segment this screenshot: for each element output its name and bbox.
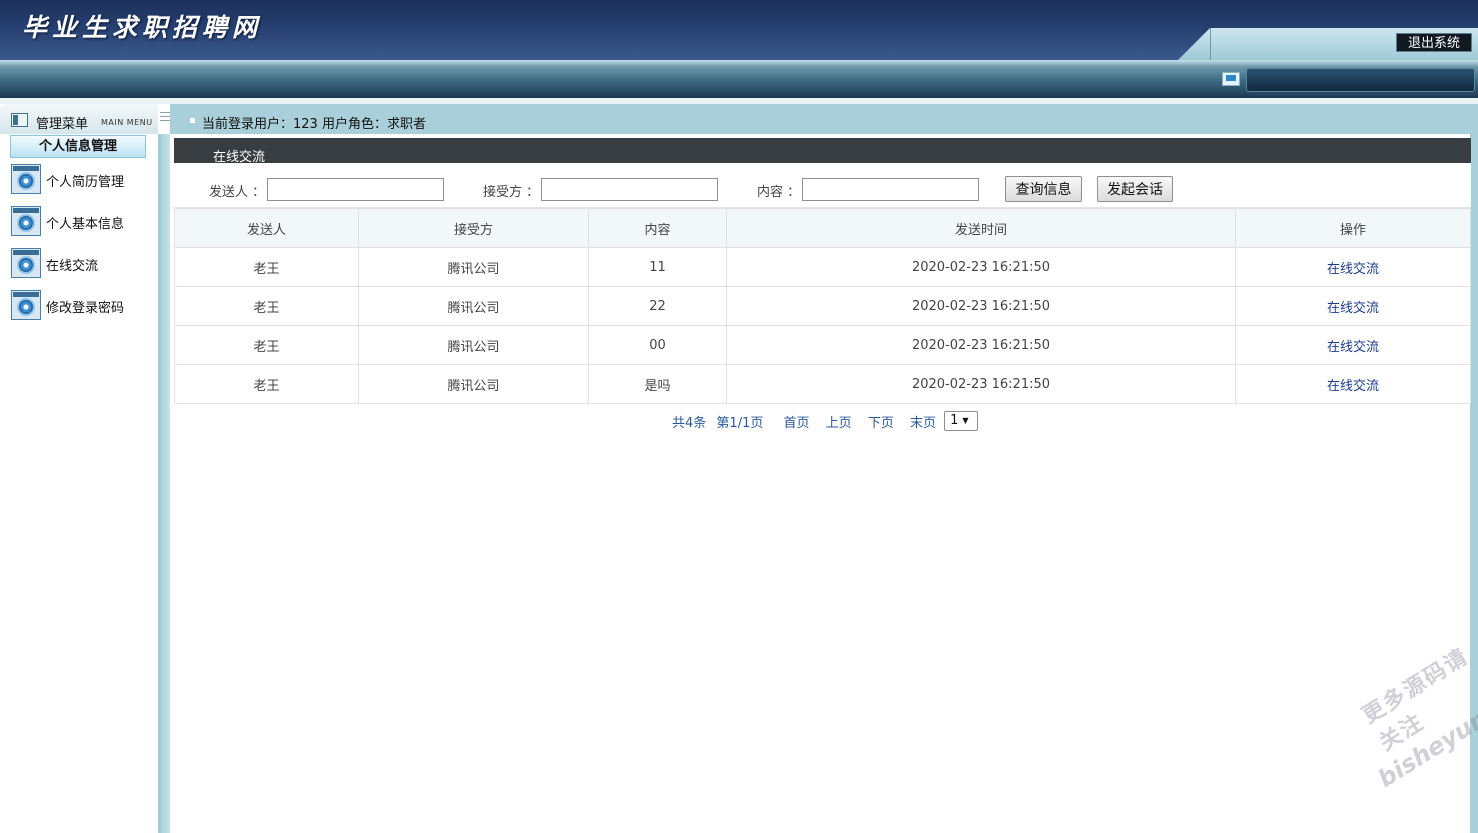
sidebar-item-resume[interactable]: 个人简历管理 [11,164,151,198]
cell-time: 2020-02-23 16:21:50 [726,364,1236,404]
pager-page-info: 第1/1页 [716,415,764,431]
cell-receiver: 腾讯公司 [358,364,589,404]
messages-table: 发送人 接受方 内容 发送时间 操作 老王 腾讯公司 11 2020-02-23… [174,208,1471,404]
cell-content: 11 [588,247,727,287]
subbar-info-box [1246,68,1475,92]
gear-icon [11,164,41,194]
sidebar-item-online-chat[interactable]: 在线交流 [11,248,151,282]
pagination: 共4条 第1/1页 首页 上页 下页 末页 1 ▼ [672,411,979,431]
start-session-button[interactable]: 发起会话 [1097,176,1173,202]
cell-action: 在线交流 [1235,247,1471,287]
column-header-sender: 发送人 [174,208,359,248]
header-tab-divider [1210,28,1211,60]
sidebar-item-label: 在线交流 [46,259,99,274]
table-row: 老王 腾讯公司 是吗 2020-02-23 16:21:50 在线交流 [174,364,1471,404]
logout-button[interactable]: 退出系统 [1396,33,1472,52]
cell-receiver: 腾讯公司 [358,325,589,365]
site-title: 毕业生求职招聘网 [22,13,263,42]
cell-sender: 老王 [174,325,359,365]
table-row: 老王 腾讯公司 11 2020-02-23 16:21:50 在线交流 [174,247,1471,287]
content-label: 内容 ： [757,185,801,200]
column-header-action: 操作 [1235,208,1471,248]
table-row: 老王 腾讯公司 22 2020-02-23 16:21:50 在线交流 [174,286,1471,326]
bullet-icon [190,118,195,123]
cell-content: 22 [588,286,727,326]
menu-toggle-icon[interactable] [160,112,170,124]
menu-panel-icon [11,113,28,127]
content-input[interactable] [802,178,979,201]
column-header-receiver: 接受方 [358,208,589,248]
cell-receiver: 腾讯公司 [358,286,589,326]
menu-subtitle: MAIN MENU [101,118,153,127]
pager-prev-link[interactable]: 上页 [826,412,852,431]
menu-title: 管理菜单 [36,117,89,132]
panel-title-bar [174,138,1471,163]
cell-sender: 老王 [174,247,359,287]
pager-total: 共4条 [672,415,707,431]
sender-label: 发送人 ： [209,185,266,200]
column-header-time: 发送时间 [726,208,1236,248]
pager-next-link[interactable]: 下页 [868,412,894,431]
page-select-value: 1 [950,413,959,428]
column-header-content: 内容 [588,208,727,248]
sidebar-item-label: 个人基本信息 [46,217,125,232]
table-header-row: 发送人 接受方 内容 发送时间 操作 [174,208,1471,248]
gear-icon [11,206,41,236]
current-user-info: 当前登录用户：123 用户角色：求职者 [202,117,426,132]
online-chat-link[interactable]: 在线交流 [1327,301,1379,316]
sender-input[interactable] [267,178,444,201]
gear-icon [11,248,41,278]
page-select[interactable]: 1 ▼ [944,411,979,431]
receiver-label: 接受方 ： [483,185,540,200]
cell-sender: 老王 [174,286,359,326]
receiver-input[interactable] [541,178,718,201]
chevron-down-icon: ▼ [962,416,969,425]
cell-action: 在线交流 [1235,364,1471,404]
table-row: 老王 腾讯公司 00 2020-02-23 16:21:50 在线交流 [174,325,1471,365]
sidebar-item-label: 个人简历管理 [46,175,125,190]
pager-last-link[interactable]: 末页 [910,412,936,431]
cell-time: 2020-02-23 16:21:50 [726,325,1236,365]
sidebar-item-basic-info[interactable]: 个人基本信息 [11,206,151,240]
cell-time: 2020-02-23 16:21:50 [726,286,1236,326]
sidebar-splitter[interactable] [158,134,170,833]
online-chat-link[interactable]: 在线交流 [1327,379,1379,394]
cell-receiver: 腾讯公司 [358,247,589,287]
right-frame-border [1470,104,1478,833]
sidebar-group-personal-info[interactable]: 个人信息管理 [10,135,146,158]
cell-content: 00 [588,325,727,365]
cell-time: 2020-02-23 16:21:50 [726,247,1236,287]
sidebar-item-label: 修改登录密码 [46,301,125,316]
online-chat-link[interactable]: 在线交流 [1327,262,1379,277]
gear-icon [11,290,41,320]
cell-sender: 老王 [174,364,359,404]
cell-action: 在线交流 [1235,286,1471,326]
cell-content: 是吗 [588,364,727,404]
sidebar-item-change-password[interactable]: 修改登录密码 [11,290,151,324]
query-button[interactable]: 查询信息 [1005,176,1082,202]
cell-action: 在线交流 [1235,325,1471,365]
online-chat-link[interactable]: 在线交流 [1327,340,1379,355]
monitor-icon [1222,72,1240,86]
pager-first-link[interactable]: 首页 [784,412,810,431]
